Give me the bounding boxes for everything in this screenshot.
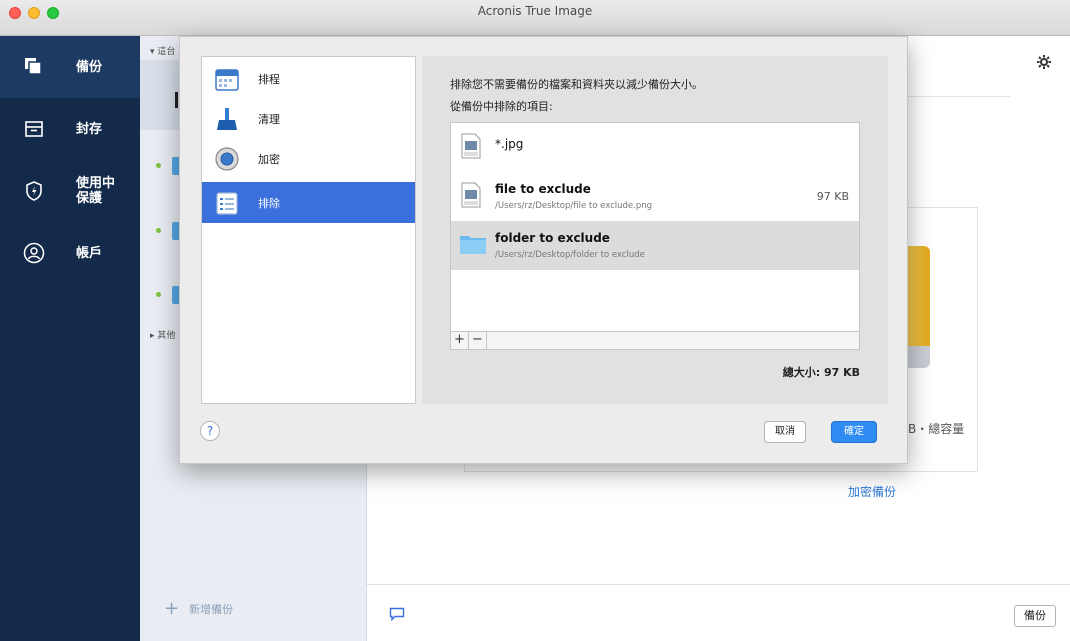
exclusions-panel: 排除您不需要備份的檔案和資料夾以減少備份大小。 從備份中排除的項目: *.jpg… (422, 56, 888, 404)
category-schedule[interactable]: 排程 (202, 59, 415, 99)
capacity-text: B・總容量 (908, 422, 965, 436)
bottom-bar: 備份 (367, 584, 1070, 641)
nav-label: 帳戶 (76, 245, 103, 261)
cancel-button[interactable]: 取消 (764, 421, 806, 443)
calendar-icon (214, 66, 240, 92)
excluded-item-name: folder to exclude (495, 231, 610, 245)
excluded-item-row[interactable]: folder to exclude /Users/rz/Desktop/fold… (451, 221, 859, 270)
help-button[interactable]: ? (200, 421, 220, 441)
jpeg-file-icon (461, 133, 481, 159)
category-exclusions[interactable]: 排除 (202, 182, 415, 223)
nav-item-account[interactable]: 帳戶 (0, 222, 140, 284)
excluded-items-label: 從備份中排除的項目: (450, 100, 553, 113)
excluded-item-path: /Users/rz/Desktop/folder to exclude (495, 250, 645, 260)
excluded-item-path: /Users/rz/Desktop/file to exclude.png (495, 201, 653, 211)
backup-options-dialog: 排程 清理 加密 排除 ? 排除您不需要備份的檔案和資料夾以減少備份大小。 從備… (179, 36, 908, 464)
nav-item-archive[interactable]: 封存 (0, 98, 140, 160)
sidebar-nav: 備份 封存 使用中 保護 帳戶 (0, 36, 140, 641)
broom-icon (214, 106, 240, 132)
exclusion-list-icon (214, 190, 240, 216)
group-this-computer[interactable]: ▾ 這台 (150, 44, 175, 57)
excluded-item-row[interactable]: *.jpg (451, 123, 859, 172)
lock-dial-icon (214, 146, 240, 172)
category-label: 排除 (258, 196, 280, 210)
encrypt-backup-link[interactable]: 加密備份 (848, 483, 896, 500)
account-person-icon (22, 241, 46, 265)
excluded-item-name: file to exclude (495, 182, 591, 196)
excluded-item-name: *.jpg (495, 137, 524, 151)
archive-icon (22, 117, 46, 141)
total-size: 總大小: 97 KB (782, 366, 860, 379)
title-bar: Acronis True Image (0, 0, 1070, 36)
category-encryption[interactable]: 加密 (202, 139, 415, 179)
options-category-list: 排程 清理 加密 排除 (201, 56, 416, 404)
nav-label: 封存 (76, 121, 103, 137)
excluded-item-row[interactable]: file to exclude /Users/rz/Desktop/file t… (451, 172, 859, 221)
png-file-icon (461, 182, 481, 208)
add-backup-button[interactable]: + 新增備份 (164, 598, 233, 619)
backup-copies-icon (22, 55, 46, 79)
selected-backup-marker (175, 92, 178, 108)
plus-icon: + (164, 598, 180, 619)
window-title: Acronis True Image (477, 4, 593, 18)
add-item-button[interactable]: + (451, 332, 469, 349)
folder-icon (459, 233, 487, 255)
ok-button[interactable]: 確定 (831, 421, 877, 443)
add-backup-label: 新增備份 (189, 602, 234, 616)
category-cleanup[interactable]: 清理 (202, 99, 415, 139)
category-label: 加密 (258, 153, 280, 166)
gear-icon[interactable] (1036, 54, 1052, 73)
status-dot (156, 292, 161, 297)
nav-item-backup[interactable]: 備份 (0, 36, 140, 98)
status-dot (156, 163, 161, 168)
backup-button[interactable]: 備份 (1014, 605, 1056, 627)
remove-item-button[interactable]: − (469, 332, 487, 349)
chat-bubble-icon[interactable] (389, 607, 405, 624)
nav-item-active-protection[interactable]: 使用中 保護 (0, 160, 140, 222)
status-dot (156, 228, 161, 233)
group-other[interactable]: ▸ 其他 (150, 328, 175, 341)
nav-label: 使用中 保護 (76, 176, 116, 206)
excluded-items-list: *.jpg file to exclude /Users/rz/Desktop/… (450, 122, 860, 350)
category-label: 清理 (258, 113, 280, 126)
add-remove-bar: + − (451, 331, 859, 349)
external-drive-icon (905, 246, 930, 362)
active-protection-shield-icon (22, 179, 46, 203)
exclusions-description: 排除您不需要備份的檔案和資料夾以減少備份大小。 (450, 78, 703, 91)
nav-label: 備份 (76, 59, 103, 75)
category-label: 排程 (258, 73, 280, 86)
excluded-item-size: 97 KB (816, 190, 849, 203)
